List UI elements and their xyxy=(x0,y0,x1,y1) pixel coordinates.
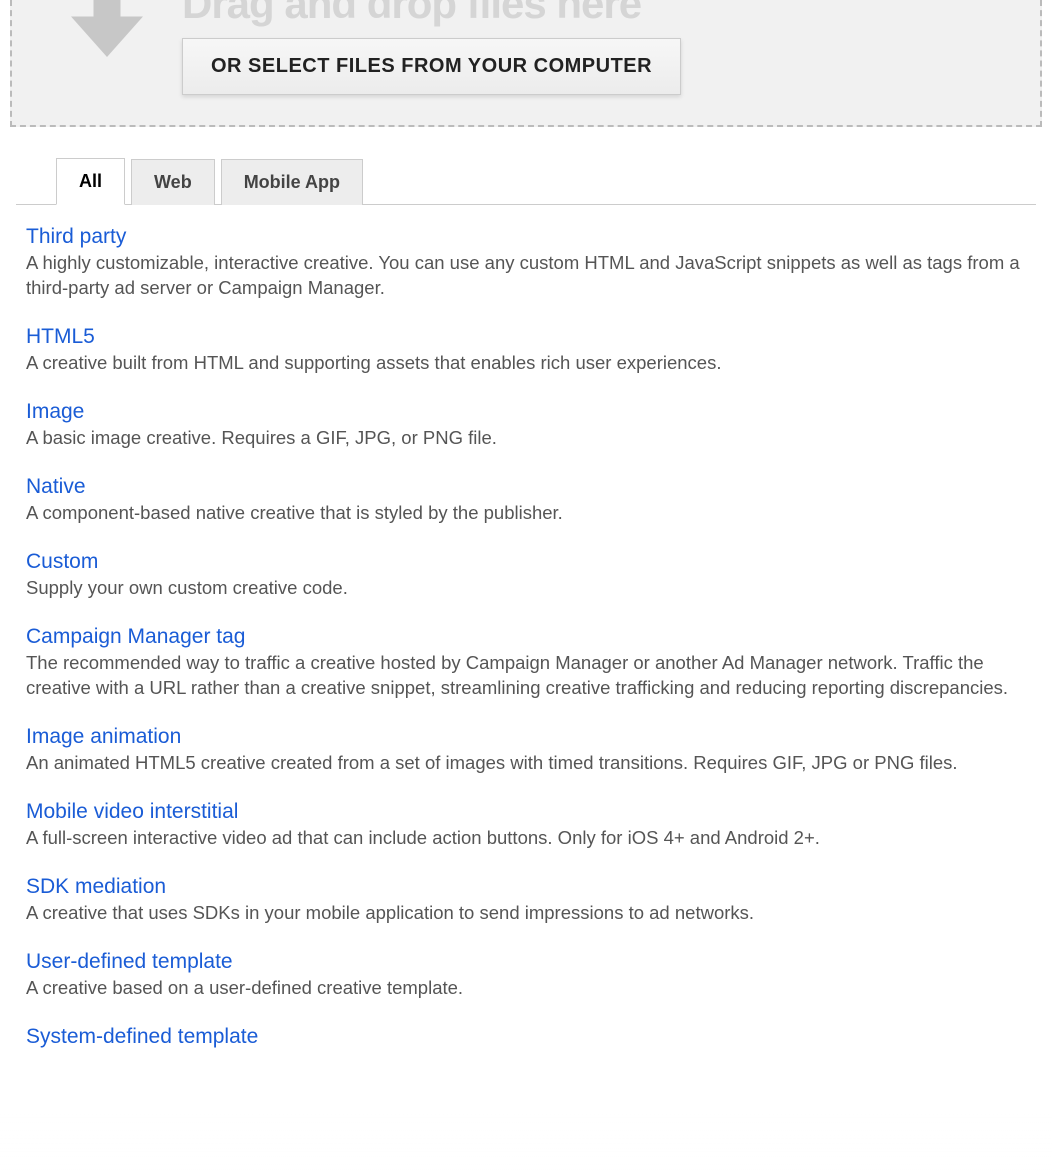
creative-link-system-defined-template[interactable]: System-defined template xyxy=(26,1025,258,1049)
creative-desc: A highly customizable, interactive creat… xyxy=(26,251,1026,301)
tabs-container: All Web Mobile App Third party A highly … xyxy=(16,157,1036,1051)
list-item: Campaign Manager tag The recommended way… xyxy=(26,625,1026,701)
creative-desc: Supply your own custom creative code. xyxy=(26,576,1026,601)
list-item: Custom Supply your own custom creative c… xyxy=(26,550,1026,601)
creative-link-third-party[interactable]: Third party xyxy=(26,225,126,249)
list-item: Mobile video interstitial A full-screen … xyxy=(26,800,1026,851)
creative-link-native[interactable]: Native xyxy=(26,475,86,499)
creative-desc: The recommended way to traffic a creativ… xyxy=(26,651,1026,701)
creative-link-mobile-video-interstitial[interactable]: Mobile video interstitial xyxy=(26,800,238,824)
fade-overlay xyxy=(0,1114,1052,1174)
list-item: HTML5 A creative built from HTML and sup… xyxy=(26,325,1026,376)
dropzone-heading: Drag and drop files here xyxy=(182,0,1020,28)
tab-mobile-app[interactable]: Mobile App xyxy=(221,159,363,205)
creative-link-image-animation[interactable]: Image animation xyxy=(26,725,181,749)
dropzone-text-area: Drag and drop files here OR SELECT FILES… xyxy=(182,0,1020,95)
list-item: Image A basic image creative. Requires a… xyxy=(26,400,1026,451)
creative-desc: An animated HTML5 creative created from … xyxy=(26,751,1026,776)
tab-web[interactable]: Web xyxy=(131,159,215,205)
creative-desc: A creative that uses SDKs in your mobile… xyxy=(26,901,1026,926)
list-item: User-defined template A creative based o… xyxy=(26,950,1026,1001)
creative-desc: A creative built from HTML and supportin… xyxy=(26,351,1026,376)
creative-link-campaign-manager-tag[interactable]: Campaign Manager tag xyxy=(26,625,245,649)
creative-link-html5[interactable]: HTML5 xyxy=(26,325,95,349)
creative-type-list: Third party A highly customizable, inter… xyxy=(16,205,1036,1051)
creative-link-user-defined-template[interactable]: User-defined template xyxy=(26,950,233,974)
creative-link-image[interactable]: Image xyxy=(26,400,84,424)
list-item: Native A component-based native creative… xyxy=(26,475,1026,526)
creative-desc: A component-based native creative that i… xyxy=(26,501,1026,526)
creative-desc: A full-screen interactive video ad that … xyxy=(26,826,1026,851)
list-item: System-defined template xyxy=(26,1025,1026,1051)
tabs-bar: All Web Mobile App xyxy=(16,157,1036,205)
tab-all[interactable]: All xyxy=(56,158,125,205)
download-arrow-icon xyxy=(62,0,152,80)
creative-desc: A basic image creative. Requires a GIF, … xyxy=(26,426,1026,451)
list-item: SDK mediation A creative that uses SDKs … xyxy=(26,875,1026,926)
list-item: Image animation An animated HTML5 creati… xyxy=(26,725,1026,776)
select-files-button[interactable]: OR SELECT FILES FROM YOUR COMPUTER xyxy=(182,38,681,95)
creative-link-sdk-mediation[interactable]: SDK mediation xyxy=(26,875,166,899)
file-dropzone[interactable]: Drag and drop files here OR SELECT FILES… xyxy=(10,0,1042,127)
creative-link-custom[interactable]: Custom xyxy=(26,550,98,574)
list-item: Third party A highly customizable, inter… xyxy=(26,225,1026,301)
creative-desc: A creative based on a user-defined creat… xyxy=(26,976,1026,1001)
